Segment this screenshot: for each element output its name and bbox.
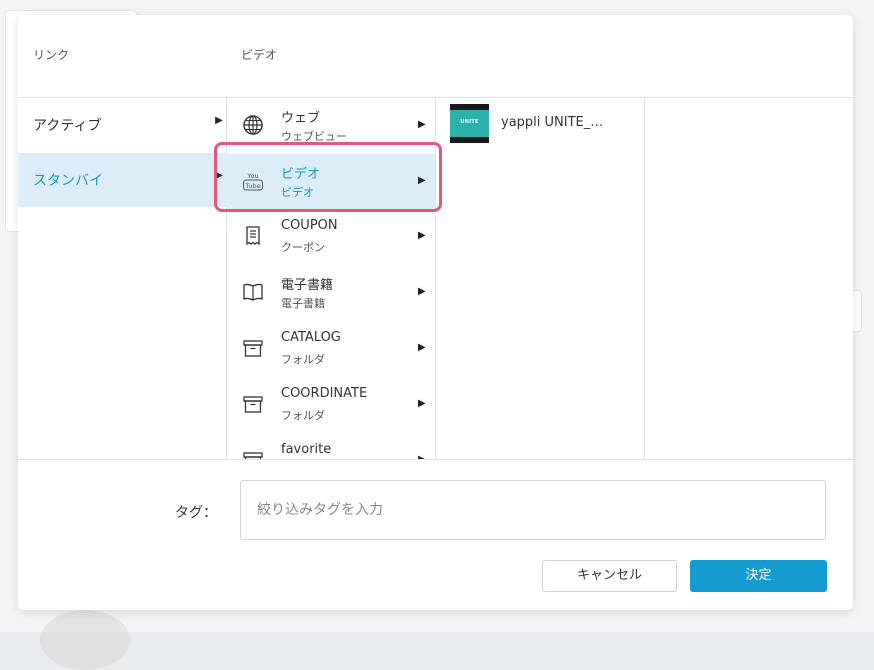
book-icon bbox=[243, 283, 263, 301]
confirm-button[interactable]: 決定 bbox=[690, 560, 827, 592]
content-type-subtitle: フォルダ bbox=[281, 353, 325, 366]
status-column: アクティブ ▶ スタンバイ ▶ bbox=[18, 98, 227, 459]
video-title: yappli UNITE_… bbox=[501, 115, 604, 130]
receipt-icon bbox=[246, 226, 260, 246]
content-type-item-coordinate[interactable]: COORDINATE フォルダ ▶ bbox=[226, 377, 435, 433]
archive-box-icon bbox=[243, 452, 263, 459]
content-type-item-web[interactable]: ウェブ ウェブビュー ▶ bbox=[226, 98, 435, 154]
content-type-item-catalog[interactable]: CATALOG フォルダ ▶ bbox=[226, 321, 435, 377]
link-picker-dialog: リンク ビデオ アクティブ ▶ スタンバイ ▶ ウェブ ウェブビュー ▶ You… bbox=[18, 15, 853, 610]
status-item-active[interactable]: アクティブ ▶ bbox=[18, 98, 226, 152]
caret-right-icon: ▶ bbox=[418, 175, 426, 186]
content-type-subtitle: ビデオ bbox=[281, 186, 314, 199]
content-type-subtitle: ウェブビュー bbox=[281, 130, 347, 143]
svg-text:You: You bbox=[246, 172, 258, 180]
status-item-label: アクティブ bbox=[33, 118, 102, 134]
content-type-item-coupon[interactable]: COUPON クーポン ▶ bbox=[226, 209, 435, 265]
archive-box-icon bbox=[243, 396, 263, 413]
youtube-icon: You Tube bbox=[243, 172, 263, 191]
dialog-footer: タグ： キャンセル 決定 bbox=[18, 459, 853, 610]
content-type-item-ebook[interactable]: 電子書籍 電子書籍 ▶ bbox=[226, 265, 435, 321]
caret-right-icon: ▶ bbox=[418, 286, 426, 297]
caret-right-icon: ▶ bbox=[418, 230, 426, 241]
content-type-title: ウェブ bbox=[281, 111, 321, 126]
content-type-title: ビデオ bbox=[281, 167, 321, 182]
tag-filter-input[interactable] bbox=[240, 480, 826, 540]
empty-column bbox=[644, 98, 853, 459]
content-type-subtitle: クーポン bbox=[281, 241, 325, 254]
content-type-subtitle: 電子書籍 bbox=[281, 297, 325, 310]
content-type-title: favorite bbox=[281, 442, 332, 457]
link-header-label: リンク bbox=[33, 48, 70, 62]
content-type-item-video[interactable]: You Tube ビデオ ビデオ ▶ bbox=[226, 154, 435, 210]
content-type-subtitle: フォルダ bbox=[281, 409, 325, 422]
cancel-button[interactable]: キャンセル bbox=[542, 560, 677, 592]
content-type-title: COUPON bbox=[281, 218, 338, 233]
video-header-label: ビデオ bbox=[241, 48, 278, 62]
content-type-title: 電子書籍 bbox=[281, 278, 334, 293]
caret-right-icon: ▶ bbox=[418, 119, 426, 130]
content-type-column: ウェブ ウェブビュー ▶ You Tube ビデオ ビデオ ▶ COUPON ク… bbox=[226, 98, 436, 459]
video-thumbnail: UNITE bbox=[450, 104, 489, 143]
status-item-standby[interactable]: スタンバイ ▶ bbox=[18, 153, 226, 207]
caret-right-icon: ▶ bbox=[418, 398, 426, 409]
svg-text:Tube: Tube bbox=[244, 182, 260, 190]
globe-icon bbox=[243, 115, 263, 135]
status-item-label: スタンバイ bbox=[33, 173, 103, 189]
content-type-title: CATALOG bbox=[281, 330, 341, 345]
background-thumbnail bbox=[40, 610, 130, 670]
tag-label: タグ： bbox=[175, 505, 217, 521]
caret-right-icon: ▶ bbox=[215, 115, 223, 126]
video-item[interactable]: UNITE yappli UNITE_… bbox=[450, 104, 640, 146]
content-type-item-favorite[interactable]: favorite ▶ bbox=[226, 433, 435, 459]
video-list-column: UNITE yappli UNITE_… bbox=[435, 98, 645, 459]
thumbnail-text: UNITE bbox=[460, 119, 479, 125]
column-header: リンク ビデオ bbox=[18, 15, 853, 98]
caret-right-icon: ▶ bbox=[418, 342, 426, 353]
archive-box-icon bbox=[243, 340, 263, 357]
caret-right-icon: ▶ bbox=[215, 170, 223, 181]
content-type-title: COORDINATE bbox=[281, 386, 368, 401]
